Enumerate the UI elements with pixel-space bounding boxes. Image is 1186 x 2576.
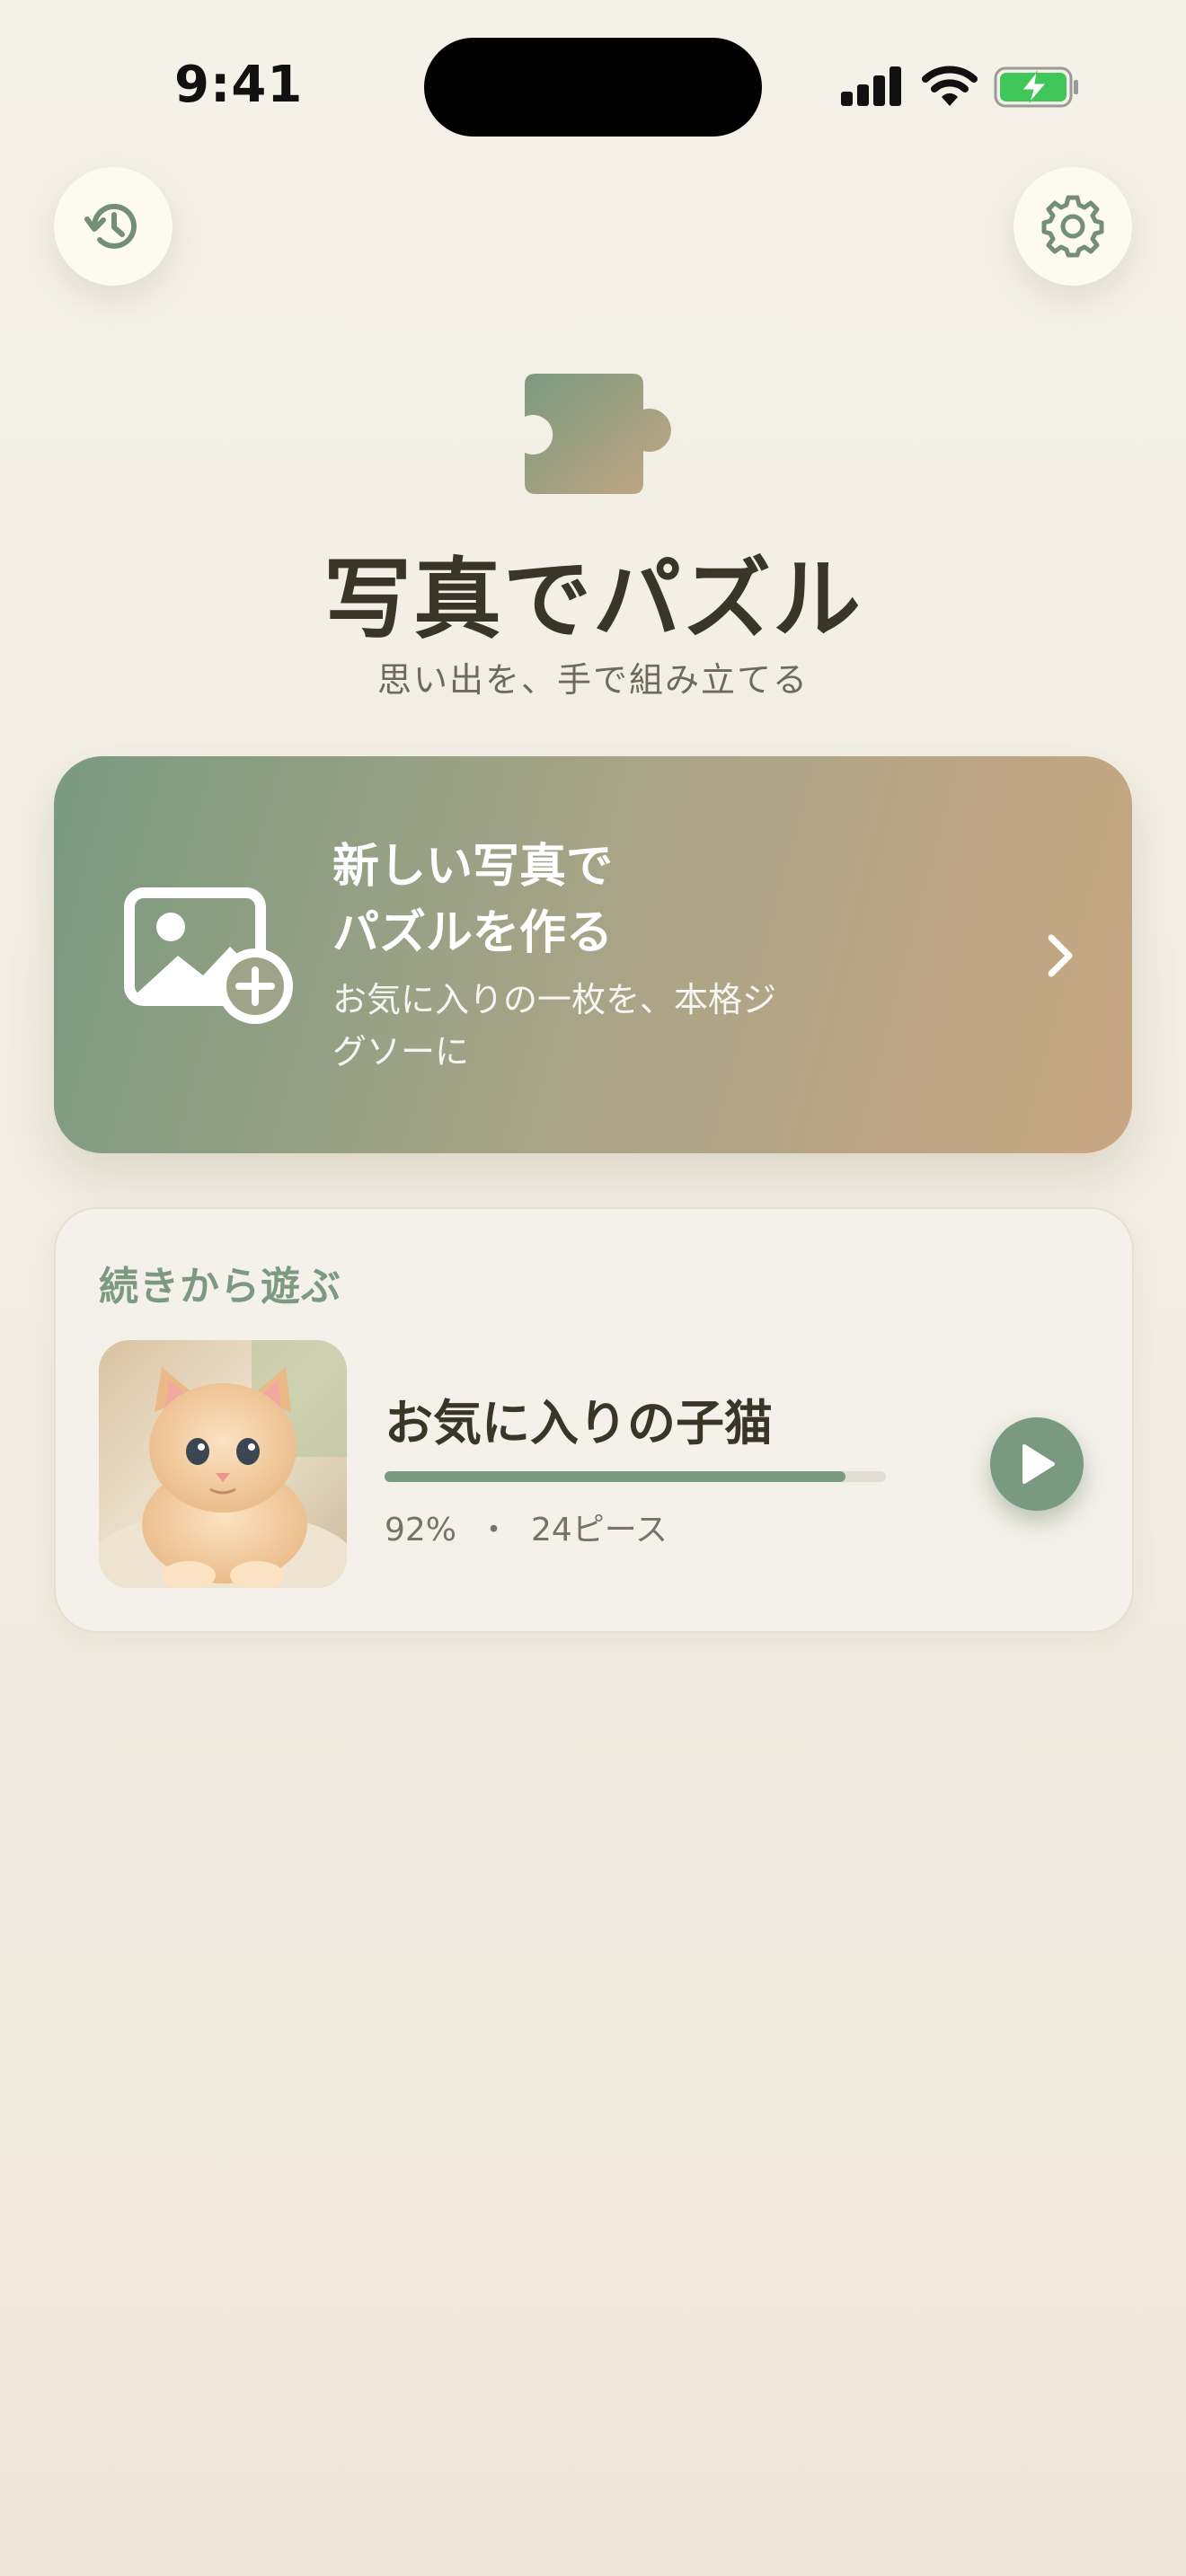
- cellular-signal-icon: [841, 65, 901, 106]
- kitten-thumbnail[interactable]: [99, 1340, 347, 1588]
- wifi-icon: [922, 66, 978, 106]
- new-puzzle-title-line1: 新しい写真で: [332, 840, 614, 894]
- status-time: 9:41: [174, 56, 304, 114]
- history-icon: [84, 203, 137, 249]
- chevron-right-icon: [1048, 934, 1073, 977]
- dynamic-island: [424, 38, 762, 137]
- new-puzzle-title-line2: パズルを作る: [332, 906, 614, 960]
- play-icon: [1022, 1444, 1055, 1484]
- progress-fill: [385, 1471, 846, 1482]
- new-puzzle-title: 新しい写真で パズルを作る: [332, 834, 872, 966]
- play-button[interactable]: [990, 1417, 1084, 1511]
- continue-card: 続きから遊ぶ お気に入りの子猫 92% ・ 24ピース: [54, 1207, 1134, 1633]
- new-puzzle-description: お気に入りの一枚を、本格ジグソーに: [332, 980, 777, 1072]
- continue-section-label: 続きから遊ぶ: [99, 1264, 341, 1310]
- new-puzzle-card[interactable]: 新しい写真で パズルを作る お気に入りの一枚を、本格ジグソーに: [54, 756, 1132, 1153]
- progress-bar: [385, 1471, 886, 1482]
- pieces-text: 24ピース: [530, 1512, 668, 1548]
- gear-icon: [1041, 195, 1104, 258]
- puzzle-name: お気に入りの子猫: [385, 1395, 773, 1451]
- puzzle-piece-icon: [525, 374, 671, 494]
- app-subtitle: 思い出を、手で組み立てる: [376, 660, 809, 700]
- meta-separator: ・: [477, 1512, 510, 1548]
- app-title: 写真でパズル: [323, 549, 863, 651]
- puzzle-meta: 92% ・ 24ピース: [385, 1504, 668, 1550]
- history-button[interactable]: [54, 167, 173, 286]
- photo-add-icon: [124, 887, 293, 1024]
- progress-text: 92%: [385, 1512, 457, 1548]
- settings-button[interactable]: [1013, 167, 1132, 286]
- battery-charging-icon: [994, 66, 1078, 108]
